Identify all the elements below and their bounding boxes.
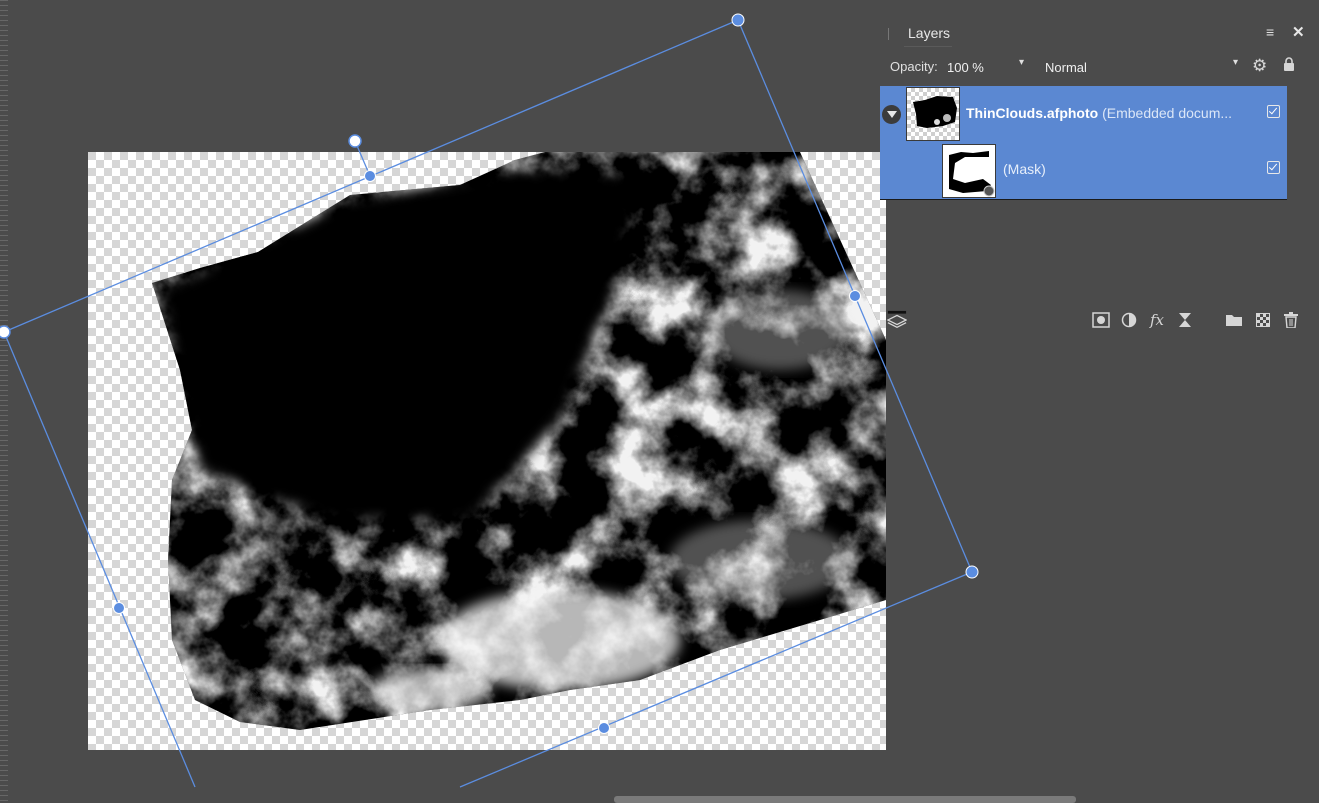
layer-name: ThinClouds.afphoto (Embedded docum...: [966, 105, 1232, 121]
gear-icon[interactable]: ⚙: [1252, 56, 1267, 76]
layers-panel: Layers ≡ ✕ Opacity: 100 % ▾ Normal ▾ ⚙ T…: [880, 18, 1310, 348]
blend-mode-dropdown-icon[interactable]: ▾: [1233, 57, 1238, 68]
handle-top-corner: [731, 13, 745, 27]
layer-description: (Embedded docum...: [1102, 105, 1233, 121]
opacity-label: Opacity:: [890, 59, 938, 74]
list-divider: [880, 199, 1287, 200]
opacity-row: Opacity: 100 % ▾ Normal ▾ ⚙: [880, 56, 1310, 78]
layer-row-thinclouds[interactable]: ThinClouds.afphoto (Embedded docum...: [880, 86, 1287, 142]
visibility-checkbox[interactable]: [1267, 105, 1280, 118]
blend-mode-select[interactable]: Normal: [1045, 60, 1087, 75]
opacity-value[interactable]: 100 %: [947, 60, 984, 75]
fx-icon[interactable]: fx: [1147, 310, 1167, 330]
close-icon[interactable]: ✕: [1292, 23, 1305, 41]
panel-header: Layers ≡ ✕: [880, 18, 1310, 48]
mask-layer-icon[interactable]: [1091, 310, 1111, 330]
handle-top-mid: [364, 170, 376, 182]
live-filter-icon[interactable]: [1175, 310, 1195, 330]
layers-list: ThinClouds.afphoto (Embedded docum... (M…: [880, 86, 1287, 200]
mask-name: (Mask): [1003, 161, 1046, 177]
handle-right-corner: [965, 565, 979, 579]
layer-thumbnail: [906, 87, 960, 141]
handle-rotate: [348, 134, 362, 148]
layer-title: ThinClouds.afphoto: [966, 105, 1099, 121]
mask-thumbnail: [942, 144, 996, 198]
handle-left-mid: [113, 602, 125, 614]
expand-toggle-icon[interactable]: [882, 105, 901, 124]
lock-icon[interactable]: [1283, 57, 1295, 71]
pixel-layer-icon[interactable]: [1253, 310, 1273, 330]
layer-row-mask[interactable]: (Mask): [880, 142, 1287, 198]
handle-right-mid: [849, 290, 861, 302]
opacity-dropdown-icon[interactable]: ▾: [1019, 57, 1024, 68]
handle-bottom-mid: [598, 722, 610, 734]
layers-stack-icon[interactable]: [887, 310, 907, 330]
tab-underline: [904, 46, 952, 47]
adjustment-icon[interactable]: [1119, 310, 1139, 330]
trash-icon[interactable]: [1281, 310, 1301, 330]
tab-layers[interactable]: Layers: [908, 25, 950, 41]
handle-left-corner: [0, 325, 11, 339]
tab-separator: [888, 28, 889, 40]
horizontal-scrollbar[interactable]: [614, 796, 1076, 803]
panel-toolbar: fx: [880, 310, 1310, 334]
panel-menu-icon[interactable]: ≡: [1266, 24, 1274, 40]
folder-icon[interactable]: [1224, 310, 1244, 330]
mask-visibility-checkbox[interactable]: [1267, 161, 1280, 174]
